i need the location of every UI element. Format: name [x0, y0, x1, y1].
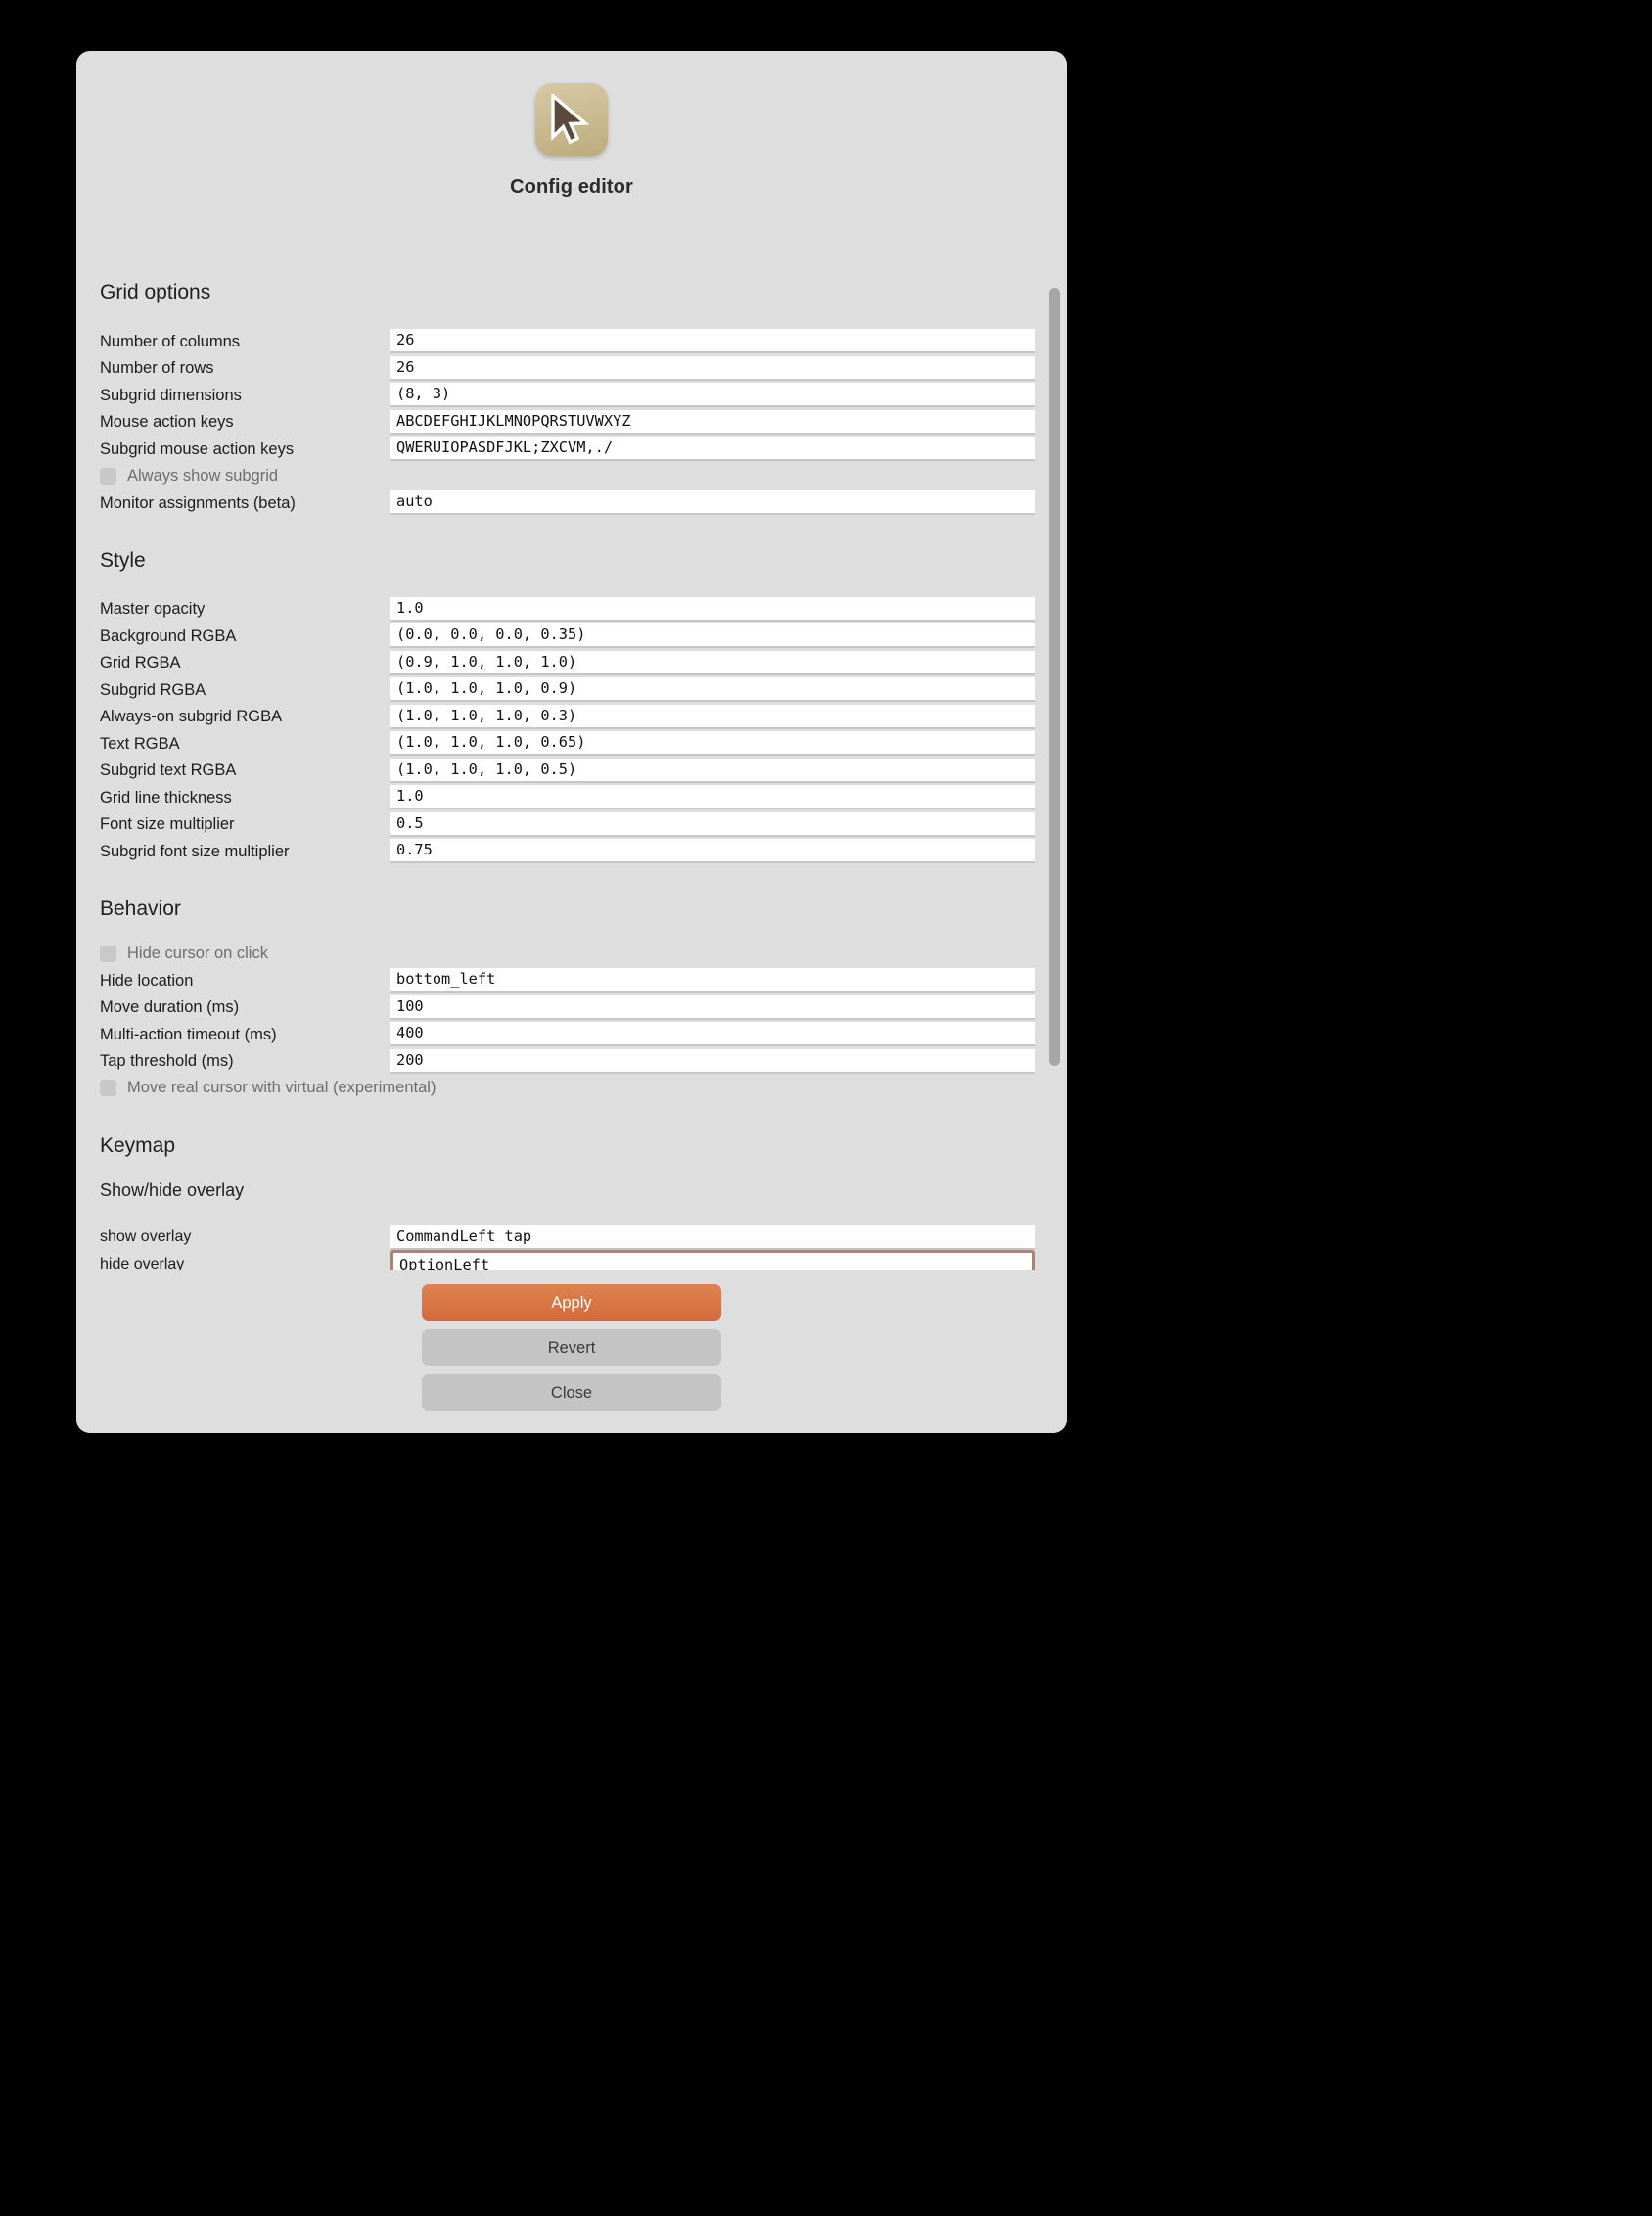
label-hide-cursor-on-click: Hide cursor on click [127, 944, 268, 962]
label-subgrid-mouse-action-keys: Subgrid mouse action keys [100, 439, 295, 458]
row-tap-threshold: Tap threshold (ms) [76, 1048, 1067, 1076]
row-multi-action-timeout: Multi-action timeout (ms) [76, 1021, 1067, 1048]
row-background-rgba: Background RGBA [76, 623, 1067, 650]
row-grid-line-thickness: Grid line thickness [76, 784, 1067, 811]
section-title-grid-options: Grid options [100, 281, 211, 303]
row-monitor-assignments: Monitor assignments (beta) [76, 489, 1067, 517]
row-move-duration: Move duration (ms) [76, 994, 1067, 1022]
subsection-title-show-hide-overlay: Show/hide overlay [100, 1179, 245, 1200]
row-subgrid-mouse-action-keys: Subgrid mouse action keys [76, 436, 1067, 463]
input-hide-location[interactable] [390, 968, 1035, 993]
input-move-duration[interactable] [390, 994, 1035, 1020]
label-move-real-cursor-with-virtual: Move real cursor with virtual (experimen… [127, 1079, 436, 1097]
close-button[interactable]: Close [422, 1374, 721, 1411]
row-always-on-subgrid-rgba: Always-on subgrid RGBA [76, 704, 1067, 731]
checkbox-move-real-cursor-with-virtual[interactable] [100, 1080, 116, 1097]
label-move-duration: Move duration (ms) [100, 998, 240, 1017]
scrollbar-track[interactable] [1049, 288, 1060, 1286]
row-master-opacity: Master opacity [76, 596, 1067, 623]
label-number-of-rows: Number of rows [100, 359, 214, 378]
input-subgrid-font-size-multiplier[interactable] [390, 839, 1035, 864]
input-subgrid-mouse-action-keys[interactable] [390, 437, 1035, 462]
label-number-of-columns: Number of columns [100, 332, 241, 350]
label-tap-threshold: Tap threshold (ms) [100, 1052, 234, 1071]
row-number-of-rows: Number of rows [76, 355, 1067, 383]
row-number-of-columns: Number of columns [76, 328, 1067, 355]
grid-options-rows: Number of columns Number of rows Subgrid… [76, 328, 1067, 517]
label-hide-location: Hide location [100, 971, 194, 990]
input-font-size-multiplier[interactable] [390, 811, 1035, 837]
input-text-rgba[interactable] [390, 731, 1035, 757]
section-title-keymap: Keymap [100, 1133, 176, 1157]
row-grid-rgba: Grid RGBA [76, 650, 1067, 677]
input-master-opacity[interactable] [390, 596, 1035, 622]
label-grid-line-thickness: Grid line thickness [100, 788, 232, 807]
input-subgrid-dimensions[interactable] [390, 383, 1035, 408]
row-subgrid-text-rgba: Subgrid text RGBA [76, 758, 1067, 785]
section-title-style: Style [100, 548, 146, 572]
row-show-overlay: show overlay [76, 1224, 1067, 1252]
input-grid-rgba[interactable] [390, 650, 1035, 675]
input-always-on-subgrid-rgba[interactable] [390, 704, 1035, 729]
settings-scroll-area[interactable]: Grid options Number of columns Number of… [76, 243, 1067, 1298]
cursor-arrow-glyph [551, 94, 590, 145]
label-subgrid-dimensions: Subgrid dimensions [100, 386, 242, 404]
input-tap-threshold[interactable] [390, 1048, 1035, 1074]
row-text-rgba: Text RGBA [76, 730, 1067, 758]
label-text-rgba: Text RGBA [100, 734, 180, 753]
style-rows: Master opacity Background RGBA Grid RGBA… [76, 596, 1067, 865]
input-background-rgba[interactable] [390, 623, 1035, 649]
scrollbar-thumb[interactable] [1049, 288, 1060, 1066]
checkbox-row-hide-cursor-on-click[interactable]: Hide cursor on click [76, 941, 1067, 968]
label-subgrid-font-size-multiplier: Subgrid font size multiplier [100, 842, 290, 860]
checkbox-row-always-show-subgrid[interactable]: Always show subgrid [76, 463, 1067, 490]
label-subgrid-rgba: Subgrid RGBA [100, 680, 206, 699]
label-master-opacity: Master opacity [100, 600, 206, 619]
row-subgrid-rgba: Subgrid RGBA [76, 676, 1067, 704]
config-editor-window: Config editor Grid options Number of col… [76, 51, 1067, 1433]
page-title: Config editor [510, 176, 633, 198]
label-subgrid-text-rgba: Subgrid text RGBA [100, 762, 237, 780]
row-font-size-multiplier: Font size multiplier [76, 811, 1067, 839]
input-multi-action-timeout[interactable] [390, 1022, 1035, 1047]
row-mouse-action-keys: Mouse action keys [76, 409, 1067, 437]
behavior-rows: Hide cursor on click Hide location Move … [76, 941, 1067, 1102]
input-show-overlay[interactable] [390, 1224, 1035, 1250]
label-show-overlay: show overlay [100, 1228, 192, 1246]
input-mouse-action-keys[interactable] [390, 409, 1035, 435]
input-number-of-columns[interactable] [390, 329, 1035, 354]
label-grid-rgba: Grid RGBA [100, 654, 181, 672]
row-subgrid-font-size-multiplier: Subgrid font size multiplier [76, 838, 1067, 865]
input-number-of-rows[interactable] [390, 355, 1035, 381]
input-monitor-assignments[interactable] [390, 490, 1035, 516]
revert-button[interactable]: Revert [422, 1329, 721, 1366]
checkbox-row-move-real-cursor[interactable]: Move real cursor with virtual (experimen… [76, 1075, 1067, 1102]
input-grid-line-thickness[interactable] [390, 785, 1035, 810]
label-font-size-multiplier: Font size multiplier [100, 815, 235, 834]
label-always-on-subgrid-rgba: Always-on subgrid RGBA [100, 708, 283, 726]
label-always-show-subgrid: Always show subgrid [127, 466, 279, 485]
section-title-behavior: Behavior [100, 897, 181, 920]
input-subgrid-rgba[interactable] [390, 677, 1035, 703]
label-monitor-assignments: Monitor assignments (beta) [100, 493, 296, 512]
cursor-arrow-icon [535, 83, 608, 156]
row-hide-location: Hide location [76, 967, 1067, 994]
dialog-button-bar: Apply Revert Close [76, 1270, 1067, 1433]
input-subgrid-text-rgba[interactable] [390, 758, 1035, 783]
label-multi-action-timeout: Multi-action timeout (ms) [100, 1025, 277, 1043]
row-subgrid-dimensions: Subgrid dimensions [76, 382, 1067, 409]
dialog-header: Config editor [76, 51, 1067, 199]
label-background-rgba: Background RGBA [100, 626, 237, 645]
checkbox-always-show-subgrid[interactable] [100, 467, 116, 485]
apply-button[interactable]: Apply [422, 1284, 721, 1321]
checkbox-hide-cursor-on-click[interactable] [100, 945, 116, 962]
label-mouse-action-keys: Mouse action keys [100, 413, 234, 432]
